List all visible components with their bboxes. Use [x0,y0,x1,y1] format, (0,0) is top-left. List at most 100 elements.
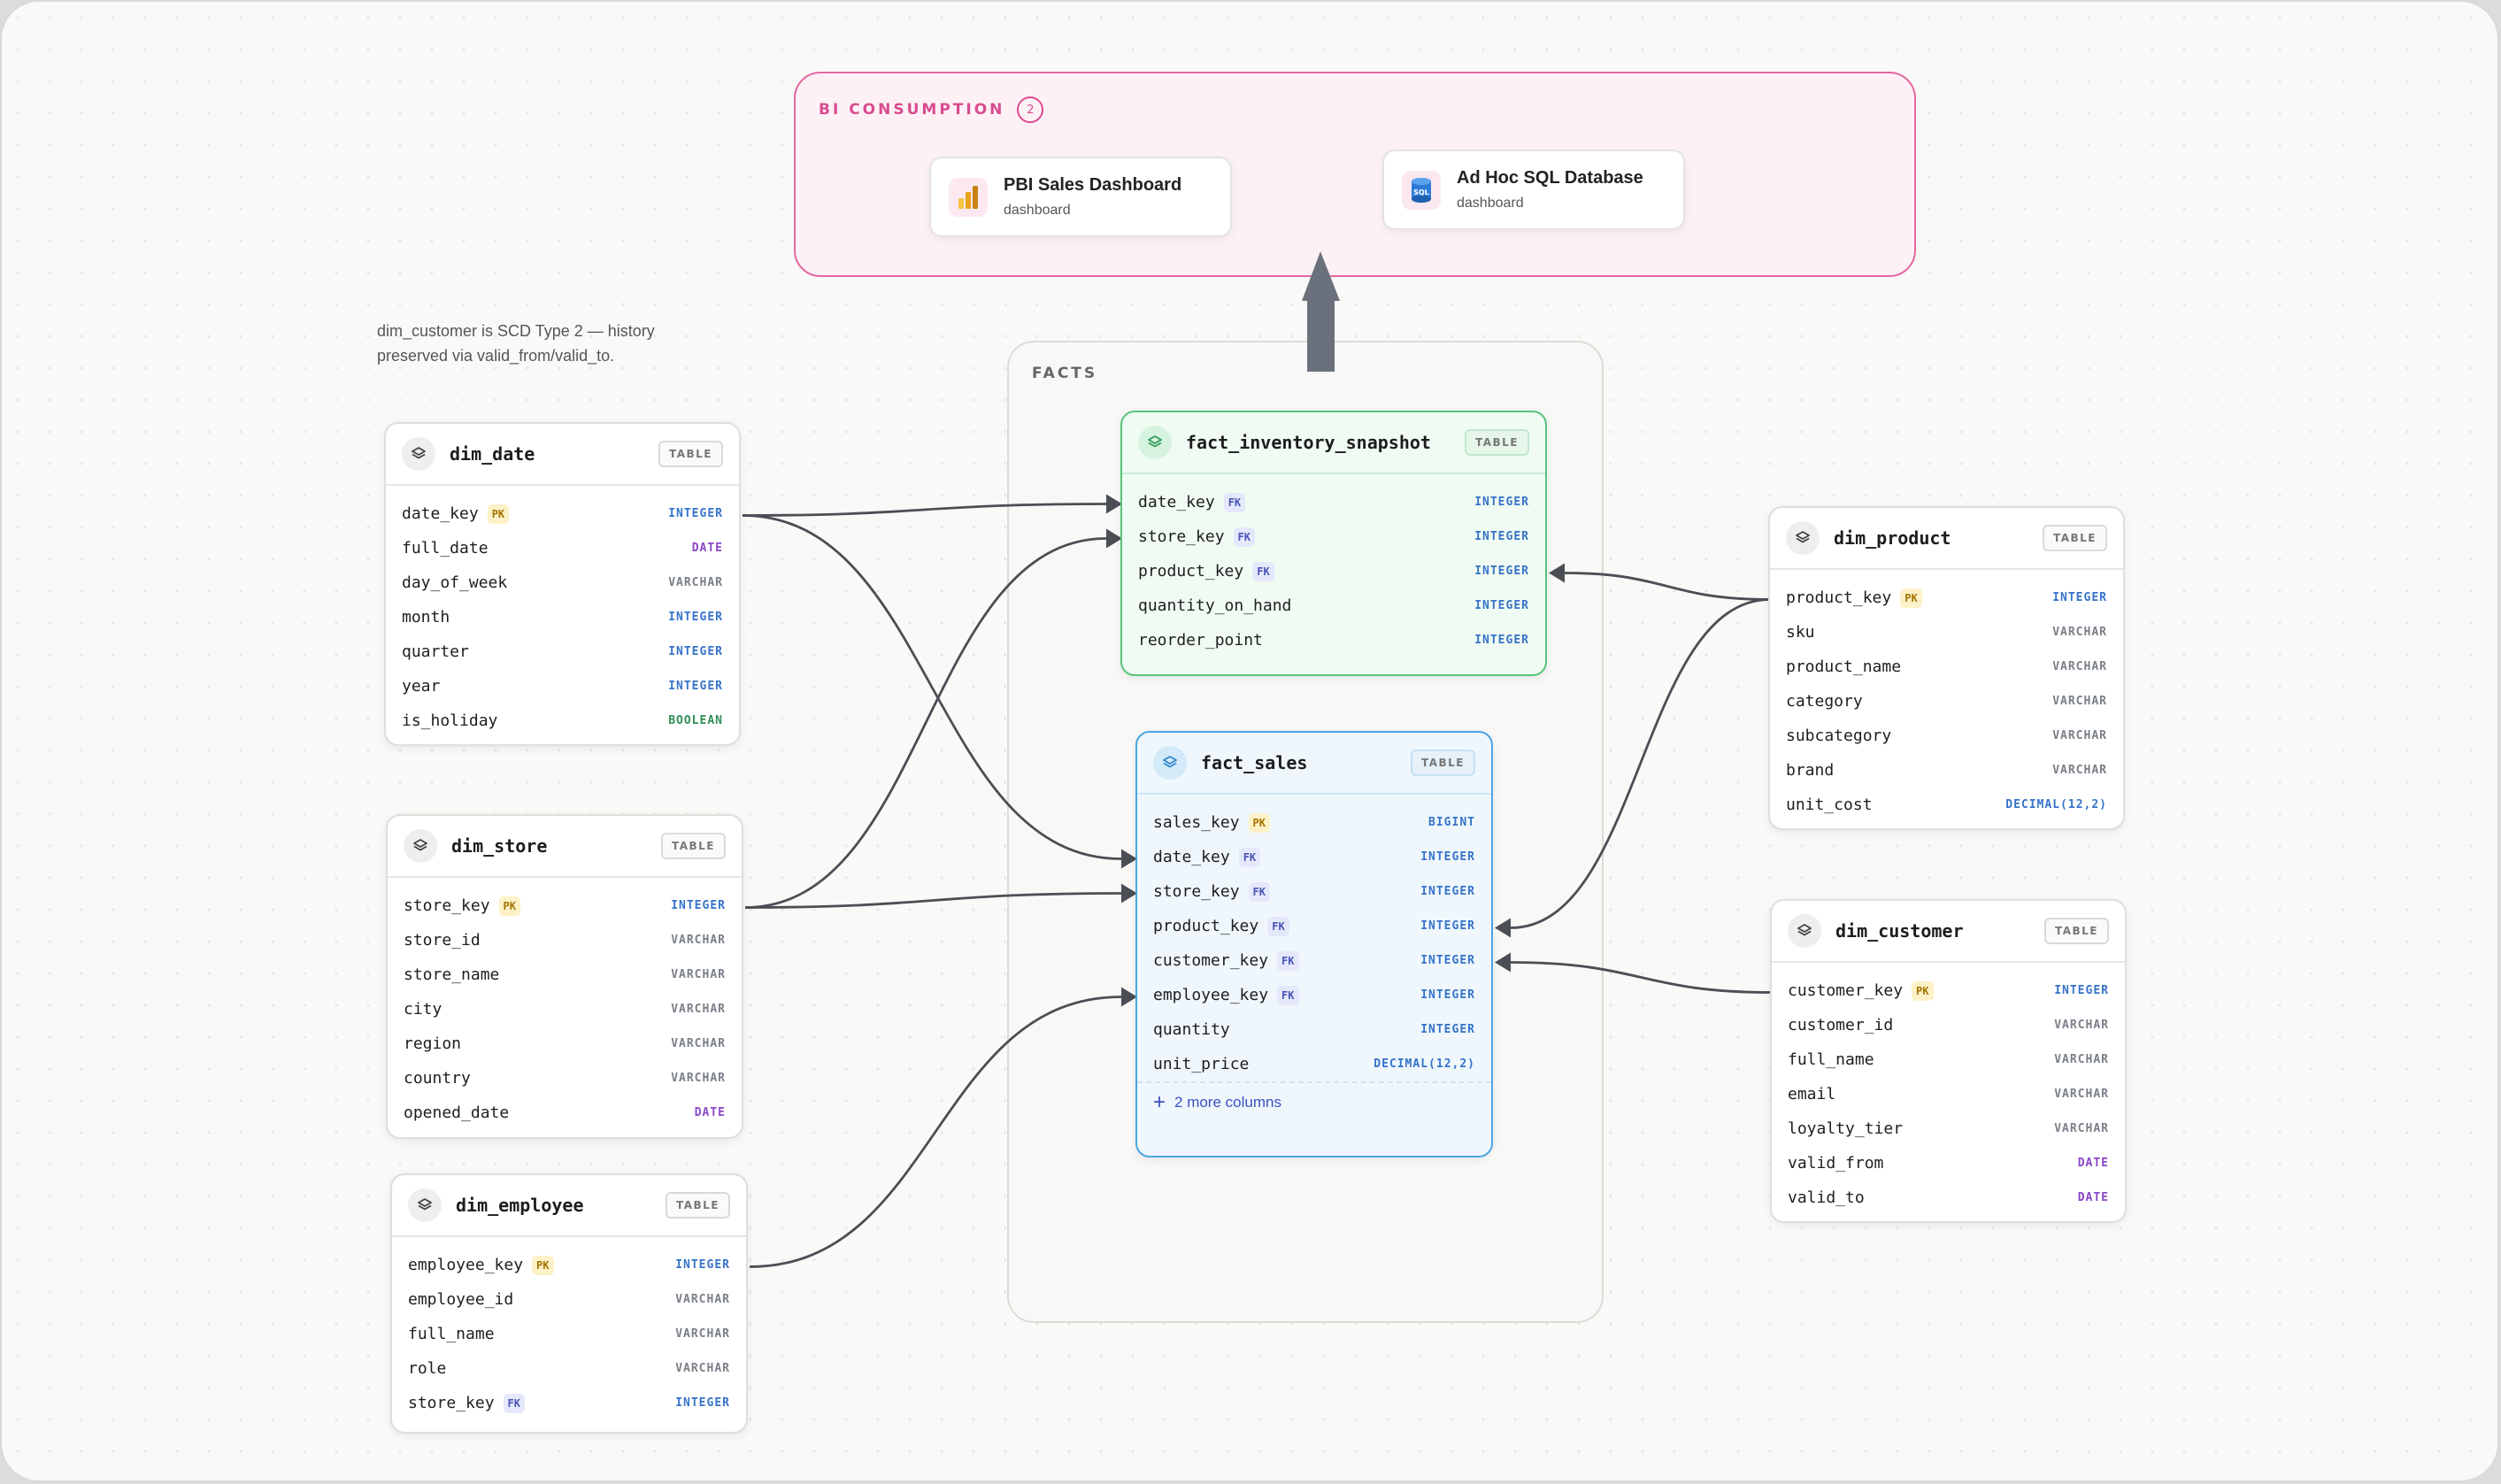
fk-badge: FK [1277,950,1299,971]
column-list: customer_key PK INTEGER customer_id VARCHAR… [1772,963,2125,1215]
column-row-date-key[interactable]: date_key FK INTEGER [1137,840,1491,874]
column-name: month [402,608,450,627]
table-node-dim-customer[interactable]: dim_customer TABLE customer_key PK INTEGER… [1770,899,2127,1223]
column-row-full-name[interactable]: full_name VARCHAR [1772,1042,2125,1077]
column-type: VARCHAR [671,1037,726,1050]
pk-badge: PK [1248,812,1270,833]
column-row-store-key[interactable]: store_key FK INTEGER [1137,874,1491,909]
column-list: product_key PK INTEGER sku VARCHAR product_… [1770,570,2123,822]
column-row-sales-key[interactable]: sales_key PK BIGINT [1137,805,1491,840]
column-row-reorder-point[interactable]: reorder_point INTEGER [1122,623,1545,657]
column-row-quantity[interactable]: quantity INTEGER [1137,1012,1491,1047]
column-type: INTEGER [675,1396,730,1410]
column-row-customer-key[interactable]: customer_key PK INTEGER [1772,973,2125,1008]
table-node-fact-sales[interactable]: fact_sales TABLE sales_key PK BIGINT date_… [1135,731,1493,1157]
dashboard-title: Ad Hoc SQL Database [1457,168,1643,188]
column-row-sku[interactable]: sku VARCHAR [1770,615,2123,650]
column-row-quarter[interactable]: quarter INTEGER [386,634,739,669]
column-name: store_name [404,965,500,984]
pk-badge: PK [1912,980,1934,1001]
dashboard-subtitle: dashboard [1457,196,1524,211]
column-row-city[interactable]: city VARCHAR [388,992,742,1026]
column-row-product-key[interactable]: product_key FK INTEGER [1137,909,1491,943]
column-row-store-key[interactable]: store_key PK INTEGER [388,888,742,923]
column-row-customer-key[interactable]: customer_key FK INTEGER [1137,943,1491,978]
column-row-day-of-week[interactable]: day_of_week VARCHAR [386,565,739,600]
column-type: VARCHAR [2054,1019,2109,1032]
column-row-category[interactable]: category VARCHAR [1770,684,2123,719]
dashboard-node-adhoc-sql[interactable]: SQL Ad Hoc SQL Database dashboard [1382,150,1685,230]
column-row-product-key[interactable]: product_key PK INTEGER [1770,581,2123,615]
column-type: INTEGER [1420,850,1475,864]
table-node-dim-date[interactable]: dim_date TABLE date_key PK INTEGER full_da… [384,422,741,746]
column-row-date-key[interactable]: date_key FK INTEGER [1122,485,1545,519]
table-header[interactable]: fact_inventory_snapshot TABLE [1122,412,1545,474]
table-layers-icon [1788,914,1821,948]
column-row-email[interactable]: email VARCHAR [1772,1077,2125,1111]
column-row-unit-cost[interactable]: unit_cost DECIMAL(12,2) [1770,788,2123,822]
column-row-is-holiday[interactable]: is_holiday BOOLEAN [386,704,739,738]
column-type: VARCHAR [2052,729,2107,742]
column-row-month[interactable]: month INTEGER [386,600,739,634]
column-type: INTEGER [1474,565,1529,578]
column-type: BOOLEAN [668,714,723,727]
table-type-badge: TABLE [665,1192,730,1219]
column-name: full_name [1788,1050,1874,1069]
column-type: VARCHAR [671,934,726,947]
fk-badge: FK [503,1393,525,1413]
column-row-year[interactable]: year INTEGER [386,669,739,704]
fk-badge: FK [1248,881,1270,902]
table-header[interactable]: dim_store TABLE [388,816,742,878]
pk-badge: PK [498,896,520,916]
table-node-dim-product[interactable]: dim_product TABLE product_key PK INTEGER s… [1768,506,2125,830]
column-row-valid-to[interactable]: valid_to DATE [1772,1180,2125,1215]
column-row-product-key[interactable]: product_key FK INTEGER [1122,554,1545,588]
diagram-canvas[interactable]: BI CONSUMPTION 2 FACTS PBI Sales Dashboa… [0,0,2499,1482]
column-row-store-id[interactable]: store_id VARCHAR [388,923,742,957]
column-row-full-date[interactable]: full_date DATE [386,531,739,565]
dashboard-node-pbi-sales[interactable]: PBI Sales Dashboard dashboard [929,157,1232,237]
column-row-subcategory[interactable]: subcategory VARCHAR [1770,719,2123,753]
column-row-role[interactable]: role VARCHAR [392,1351,746,1386]
column-row-unit-price[interactable]: unit_price DECIMAL(12,2) [1137,1047,1491,1081]
table-node-dim-store[interactable]: dim_store TABLE store_key PK INTEGER store… [386,814,743,1139]
table-node-fact-inventory-snapshot[interactable]: fact_inventory_snapshot TABLE date_key FK… [1120,411,1547,676]
column-type: INTEGER [1420,885,1475,898]
column-type: VARCHAR [668,576,723,589]
table-header[interactable]: dim_product TABLE [1770,508,2123,570]
column-row-brand[interactable]: brand VARCHAR [1770,753,2123,788]
column-name: customer_id [1788,1016,1894,1034]
fk-badge: FK [1252,561,1274,581]
column-row-customer-id[interactable]: customer_id VARCHAR [1772,1008,2125,1042]
column-type: VARCHAR [2052,660,2107,673]
column-row-employee-key[interactable]: employee_key PK INTEGER [392,1248,746,1282]
column-type: VARCHAR [675,1327,730,1341]
table-header[interactable]: dim_date TABLE [386,424,739,486]
column-row-country[interactable]: country VARCHAR [388,1061,742,1096]
table-type-badge: TABLE [1464,429,1529,456]
column-name: employee_id [408,1290,514,1309]
column-row-store-key[interactable]: store_key FK INTEGER [392,1386,746,1420]
column-row-loyalty-tier[interactable]: loyalty_tier VARCHAR [1772,1111,2125,1146]
table-node-dim-employee[interactable]: dim_employee TABLE employee_key PK INTEGER… [390,1173,748,1434]
column-row-store-name[interactable]: store_name VARCHAR [388,957,742,992]
column-row-quantity-on-hand[interactable]: quantity_on_hand INTEGER [1122,588,1545,623]
table-layers-icon [1138,426,1172,459]
column-row-date-key[interactable]: date_key PK INTEGER [386,496,739,531]
column-row-opened-date[interactable]: opened_date DATE [388,1096,742,1130]
column-row-region[interactable]: region VARCHAR [388,1026,742,1061]
more-columns-button[interactable]: + 2 more columns [1137,1081,1491,1122]
column-row-full-name[interactable]: full_name VARCHAR [392,1317,746,1351]
table-header[interactable]: dim_customer TABLE [1772,901,2125,963]
column-row-store-key[interactable]: store_key FK INTEGER [1122,519,1545,554]
column-row-employee-id[interactable]: employee_id VARCHAR [392,1282,746,1317]
column-name: full_name [408,1325,495,1343]
column-row-product-name[interactable]: product_name VARCHAR [1770,650,2123,684]
table-header[interactable]: dim_employee TABLE [392,1175,746,1237]
table-header[interactable]: fact_sales TABLE [1137,733,1491,795]
column-row-employee-key[interactable]: employee_key FK INTEGER [1137,978,1491,1012]
table-name: fact_inventory_snapshot [1186,432,1431,453]
column-type: DATE [2077,1191,2109,1204]
column-name: opened_date [404,1103,510,1122]
column-row-valid-from[interactable]: valid_from DATE [1772,1146,2125,1180]
